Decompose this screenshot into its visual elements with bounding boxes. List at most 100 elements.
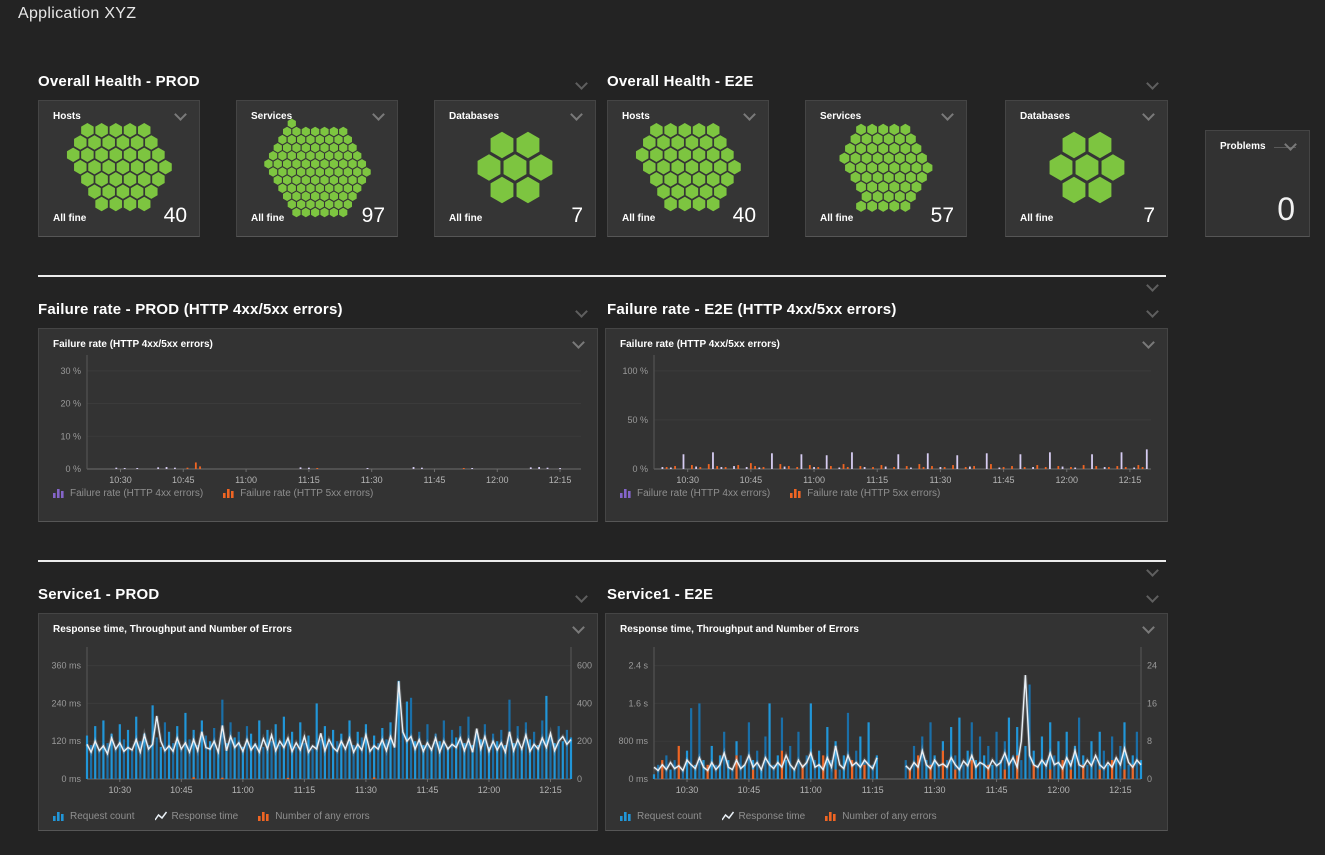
hexagon: [714, 136, 727, 150]
chevron-down-icon[interactable]: [575, 590, 588, 603]
chevron-down-icon[interactable]: [1284, 138, 1297, 151]
x-axis-tick-label: 12:00: [478, 785, 501, 795]
chevron-down-icon[interactable]: [1146, 564, 1159, 577]
hexagon: [692, 148, 705, 162]
hexagon: [297, 183, 305, 193]
health-tile-services-e2e[interactable]: Services All fine 57: [805, 100, 967, 237]
hexagon: [297, 167, 305, 177]
chevron-down-icon[interactable]: [1142, 108, 1155, 121]
legend-item[interactable]: Request count: [620, 810, 702, 822]
health-tile-databases-e2e[interactable]: Databases All fine 7: [1005, 100, 1168, 237]
hexagon: [287, 151, 295, 161]
chevron-down-icon[interactable]: [575, 305, 588, 318]
hexagon: [74, 160, 87, 174]
health-tile-hosts-e2e[interactable]: Hosts All fine 40: [607, 100, 769, 237]
x-axis-tick-label: 11:45: [986, 785, 1008, 795]
hexagon: [867, 200, 877, 211]
hexagon: [287, 167, 295, 177]
hexagon: [878, 143, 888, 154]
health-tile-hosts-prod[interactable]: Hosts All fine 40: [38, 100, 200, 237]
hexagon: [906, 191, 916, 202]
chevron-down-icon[interactable]: [941, 108, 954, 121]
hexagon: [895, 152, 905, 163]
hexagon: [517, 177, 540, 203]
hexagon: [123, 173, 136, 187]
chevron-down-icon[interactable]: [1146, 305, 1159, 318]
hexagon: [678, 148, 691, 162]
hexagon: [325, 167, 333, 177]
legend-item[interactable]: Response time: [155, 810, 239, 822]
status-label: All fine: [622, 213, 655, 224]
hexagon: [856, 181, 866, 192]
x-axis-tick-label: 10:30: [676, 785, 699, 795]
hexagon: [123, 148, 136, 162]
hexagon: [901, 162, 911, 173]
status-label: All fine: [53, 213, 86, 224]
failure-rate-prod-tile[interactable]: Failure rate (HTTP 4xx/5xx errors) 30 %2…: [38, 328, 598, 522]
hexagon: [873, 152, 883, 163]
health-tile-services-prod[interactable]: Services All fine 97: [236, 100, 398, 237]
hexagon: [131, 160, 144, 174]
hexagon: [315, 151, 323, 161]
hexagon: [343, 134, 351, 144]
hexagon: [329, 159, 337, 169]
legend-item[interactable]: Failure rate (HTTP 5xx errors): [790, 487, 940, 499]
hexagon: [88, 136, 101, 150]
legend-item[interactable]: Failure rate (HTTP 4xx errors): [620, 487, 770, 499]
chevron-down-icon[interactable]: [575, 77, 588, 90]
hexagon: [895, 171, 905, 182]
hexagon: [109, 197, 122, 211]
legend-item[interactable]: Number of any errors: [825, 810, 936, 822]
hexagon: [334, 199, 342, 209]
x-axis-tick-label: 11:45: [993, 475, 1015, 485]
hexagon: [297, 199, 305, 209]
problems-tile[interactable]: Problems 0: [1205, 130, 1310, 237]
hexagon: [81, 123, 94, 137]
hexagon: [138, 123, 151, 137]
legend-item[interactable]: Number of any errors: [258, 810, 369, 822]
chevron-down-icon[interactable]: [1146, 279, 1159, 292]
service1-e2e-tile[interactable]: Response time, Throughput and Number of …: [605, 613, 1168, 831]
status-label: All fine: [449, 213, 482, 224]
bar-series-icon: [223, 487, 235, 499]
hexagon: [343, 199, 351, 209]
legend-item[interactable]: Failure rate (HTTP 5xx errors): [223, 487, 373, 499]
hexagon: [664, 197, 676, 211]
hexagon: [1088, 132, 1111, 158]
failure-rate-e2e-tile[interactable]: Failure rate (HTTP 4xx/5xx errors) 100 %…: [605, 328, 1168, 522]
section-title-service-e2e: Service1 - E2E: [607, 586, 713, 603]
service1-prod-tile[interactable]: Response time, Throughput and Number of …: [38, 613, 598, 831]
hexagon: [1101, 154, 1124, 180]
y-axis-tick-label: 0 ms: [628, 774, 648, 784]
hexagon: [297, 134, 305, 144]
hexagon: [1062, 177, 1085, 203]
chevron-down-icon[interactable]: [743, 108, 756, 121]
legend-item[interactable]: Request count: [53, 810, 135, 822]
chevron-down-icon[interactable]: [372, 108, 385, 121]
x-axis-tick-label: 10:30: [109, 475, 132, 485]
hexagon: [700, 160, 713, 174]
hexagon: [95, 123, 107, 137]
legend-item[interactable]: Response time: [722, 810, 806, 822]
x-axis-tick-label: 10:45: [738, 785, 761, 795]
hexagon: [357, 175, 365, 185]
hexagon: [700, 136, 713, 150]
chevron-down-icon[interactable]: [174, 108, 187, 121]
hexagon: [671, 160, 684, 174]
hexagon: [273, 143, 281, 153]
hexagon: [138, 148, 151, 162]
hexagon: [884, 133, 894, 144]
entity-count: 57: [931, 204, 954, 228]
hexagon: [123, 197, 136, 211]
hexagon: [353, 151, 361, 161]
legend-item[interactable]: Failure rate (HTTP 4xx errors): [53, 487, 203, 499]
chevron-down-icon[interactable]: [1146, 590, 1159, 603]
health-tile-databases-prod[interactable]: Databases All fine 7: [434, 100, 596, 237]
hexagon: [131, 136, 144, 150]
hexagon: [845, 162, 855, 173]
chevron-down-icon[interactable]: [570, 108, 583, 121]
hexagon: [889, 123, 899, 134]
hexagon: [282, 143, 290, 153]
hexagon: [678, 123, 691, 137]
chevron-down-icon[interactable]: [1146, 77, 1159, 90]
